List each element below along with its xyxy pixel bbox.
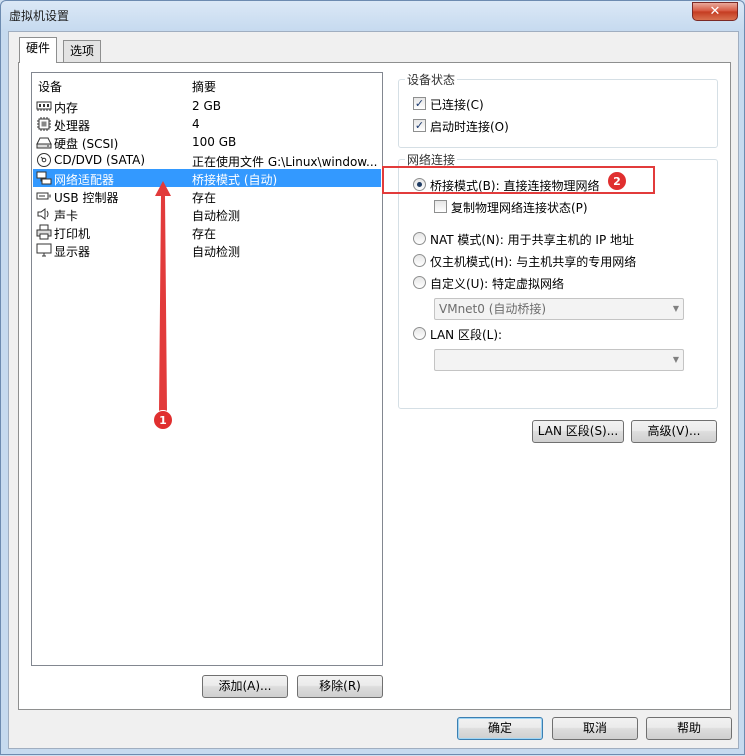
tab-hardware[interactable]: 硬件	[19, 37, 58, 63]
annotation-arrow	[155, 181, 171, 411]
annotation-badge-2: 2	[607, 171, 627, 191]
vm-settings-window: 虚拟机设置 ✕ 硬件 选项 设备 摘要 内存 2 GB 处理器 4 硬盘 (SC…	[0, 0, 745, 755]
annotation-badge-1: 1	[153, 410, 173, 430]
